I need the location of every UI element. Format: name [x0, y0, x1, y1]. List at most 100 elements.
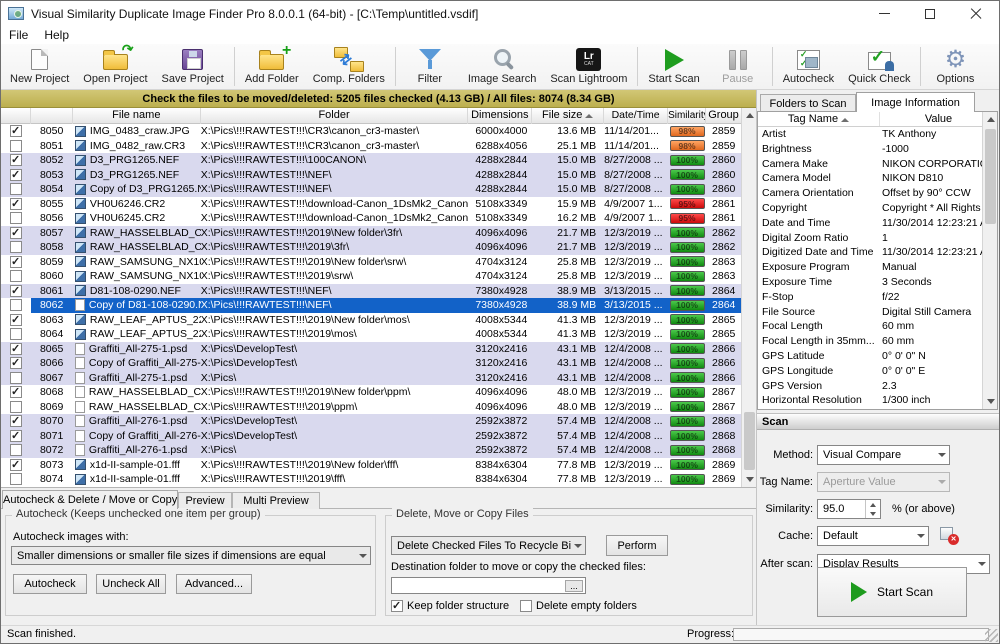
similarity-input[interactable]: 95.0 — [817, 499, 881, 519]
row-checkbox[interactable] — [1, 400, 31, 415]
cache-dropdown[interactable]: Default — [817, 526, 929, 546]
row-checkbox[interactable] — [1, 269, 31, 284]
info-row[interactable]: GPS Version 2.3 — [758, 379, 982, 394]
row-checkbox[interactable] — [1, 197, 31, 211]
row-checkbox[interactable] — [1, 240, 31, 255]
spinner-down-icon[interactable] — [866, 509, 880, 518]
row-checkbox[interactable] — [1, 255, 31, 269]
info-row[interactable]: Exposure Time 3 Seconds — [758, 275, 982, 290]
row-checkbox[interactable] — [1, 153, 31, 168]
row-checkbox[interactable] — [1, 182, 31, 197]
row-checkbox[interactable] — [1, 327, 31, 342]
row-checkbox[interactable] — [1, 313, 31, 327]
tab-preview[interactable]: Preview — [178, 492, 232, 509]
info-row[interactable]: Focal Length 60 mm — [758, 319, 982, 334]
row-checkbox[interactable] — [1, 356, 31, 371]
info-row[interactable]: Exposure Program Manual — [758, 260, 982, 275]
table-row[interactable]: 8053 D3_PRG1265.NEFX:\Pics\!!!RAWTEST!!!\… — [1, 167, 741, 182]
table-row[interactable]: 8066 Copy of Graffiti_All-275-1.psdX:\Pic… — [1, 356, 741, 371]
minimize-button[interactable] — [861, 1, 907, 26]
row-checkbox[interactable] — [1, 226, 31, 240]
scroll-up-icon[interactable] — [983, 112, 997, 127]
info-row[interactable]: GPS Latitude 0° 0' 0" N — [758, 349, 982, 364]
table-row[interactable]: 8074 x1d-II-sample-01.fff X:\Pics\!!!RAWTE… — [1, 472, 741, 487]
menu-file[interactable]: File — [1, 28, 36, 42]
row-checkbox[interactable] — [1, 371, 31, 386]
row-checkbox[interactable] — [1, 429, 31, 443]
destination-input[interactable]: ... — [391, 577, 586, 594]
table-row[interactable]: 8062Copy of D81-108-0290.NEFX:\Pics\!!!R… — [1, 298, 741, 313]
info-row[interactable]: File Source Digital Still Camera — [758, 305, 982, 320]
row-checkbox[interactable] — [1, 298, 31, 313]
info-header-value[interactable]: Value — [880, 112, 997, 126]
clear-cache-icon[interactable] — [940, 527, 959, 545]
open-project-button[interactable]: ↷ Open Project — [76, 40, 154, 89]
info-row[interactable]: Focal Length in 35mm... 60 mm — [758, 334, 982, 349]
row-checkbox[interactable] — [1, 342, 31, 356]
table-row[interactable]: 8071 Copy of Graffiti_All-276-1.psdX:\Pic… — [1, 428, 741, 443]
row-checkbox[interactable] — [1, 414, 31, 429]
table-row[interactable]: 8063 RAW_LEAF_APTUS_22.MOSX:\Pics\!!!RAWT… — [1, 312, 741, 327]
scrollbar-thumb[interactable] — [744, 412, 755, 470]
tab-folders-to-scan[interactable]: Folders to Scan — [760, 94, 856, 112]
row-checkbox[interactable] — [1, 139, 31, 154]
row-checkbox[interactable] — [1, 284, 31, 298]
start-scan-toolbar-button[interactable]: Start Scan — [641, 44, 706, 89]
table-row[interactable]: 8055 VH0U6246.CR2X:\Pics\!!!RAWTEST!!!\do… — [1, 196, 741, 211]
advanced-button[interactable]: Advanced... — [176, 574, 252, 594]
info-header-tag-name[interactable]: Tag Name — [758, 112, 880, 126]
delete-empty-folders-checkbox[interactable]: Delete empty folders — [520, 600, 637, 612]
scrollbar-thumb[interactable] — [985, 129, 996, 224]
close-button[interactable] — [953, 1, 999, 26]
row-checkbox[interactable] — [1, 472, 31, 487]
row-checkbox[interactable] — [1, 385, 31, 400]
table-row[interactable]: 8061 D81-108-0290.NEFX:\Pics\!!!RAWTEST!!… — [1, 283, 741, 298]
table-row[interactable]: 8052 D3_PRG1265.NEFX:\Pics\!!!RAWTEST!!!\… — [1, 153, 741, 168]
save-project-button[interactable]: Save Project — [155, 44, 231, 89]
tab-multi-preview[interactable]: Multi Preview — [232, 492, 320, 509]
table-row[interactable]: 8072 Graffiti_All-276-1.psd X:\Pics\ 2592x3… — [1, 443, 741, 458]
table-row[interactable]: 8059 RAW_SAMSUNG_NX100.SRWX:\Pics\!!!RAWT… — [1, 254, 741, 269]
action-dropdown[interactable]: Delete Checked Files To Recycle Bin — [391, 536, 586, 555]
header-file-size[interactable]: File size — [532, 108, 605, 124]
row-checkbox[interactable] — [1, 124, 31, 139]
table-row[interactable]: 8058 RAW_HASSELBLAD_CFV.3FRX:\Pics\!!!RAW… — [1, 240, 741, 255]
info-row[interactable]: F-Stop f/22 — [758, 290, 982, 305]
row-checkbox[interactable] — [1, 443, 31, 458]
info-row[interactable]: GPS Longitude 0° 0' 0" E — [758, 364, 982, 379]
tab-autocheck-delete[interactable]: Autocheck & Delete / Move or Copy — [2, 490, 178, 509]
autocheck-with-dropdown[interactable]: Smaller dimensions or smaller file sizes… — [11, 546, 371, 565]
autocheck-toolbar-button[interactable]: Autocheck — [776, 44, 841, 89]
header-file-name[interactable]: File name — [73, 108, 201, 124]
header-similarity[interactable]: Similarity — [668, 108, 707, 124]
tab-image-information[interactable]: Image Information — [856, 92, 975, 112]
header-folder[interactable]: Folder — [201, 108, 469, 124]
info-row[interactable]: Brightness -1000 — [758, 142, 982, 157]
quick-check-button[interactable]: Quick Check — [841, 44, 917, 89]
table-row[interactable]: 8069 RAW_HASSELBLAD_CFV.PPMX:\Pics\!!!RAW… — [1, 399, 741, 415]
info-row[interactable]: Artist TK Anthony — [758, 127, 982, 142]
info-row[interactable]: Digitized Date and Time 11/30/2014 12:23:… — [758, 245, 982, 260]
resize-grip-icon[interactable] — [985, 629, 998, 642]
table-row[interactable]: 8068 RAW_HASSELBLAD_CFV.PPMX:\Pics\!!!RAW… — [1, 385, 741, 400]
info-row[interactable]: Camera Make NIKON CORPORATION — [758, 157, 982, 172]
table-row[interactable]: 8065 Graffiti_All-275-1.psdX:\Pics\Develo… — [1, 341, 741, 356]
maximize-button[interactable] — [907, 1, 953, 26]
info-row[interactable]: Digital Zoom Ratio 1 — [758, 231, 982, 246]
scan-lightroom-button[interactable]: Lr CAT Scan Lightroom — [543, 44, 634, 89]
add-folder-button[interactable]: + Add Folder — [238, 42, 306, 89]
image-search-button[interactable]: Image Search — [461, 44, 543, 89]
table-row[interactable]: 8070 Graffiti_All-276-1.psdX:\Pics\Develo… — [1, 414, 741, 429]
file-table-scrollbar[interactable] — [741, 108, 756, 487]
method-dropdown[interactable]: Visual Compare — [817, 445, 950, 465]
scroll-up-icon[interactable] — [742, 108, 757, 123]
header-dimensions[interactable]: Dimensions — [468, 108, 533, 124]
table-row[interactable]: 8051 IMG_0482_raw.CR3 X:\Pics\!!!RAWTEST!!… — [1, 138, 741, 154]
table-row[interactable]: 8056 VH0U6245.CR2 X:\Pics\!!!RAWTEST!!!\do… — [1, 211, 741, 226]
header-date-time[interactable]: Date/Time — [604, 108, 669, 124]
info-row[interactable]: ISO Speed Rating64 — [758, 408, 982, 409]
row-checkbox[interactable] — [1, 168, 31, 182]
row-checkbox[interactable] — [1, 211, 31, 226]
menu-help[interactable]: Help — [36, 28, 77, 42]
row-checkbox[interactable] — [1, 458, 31, 472]
